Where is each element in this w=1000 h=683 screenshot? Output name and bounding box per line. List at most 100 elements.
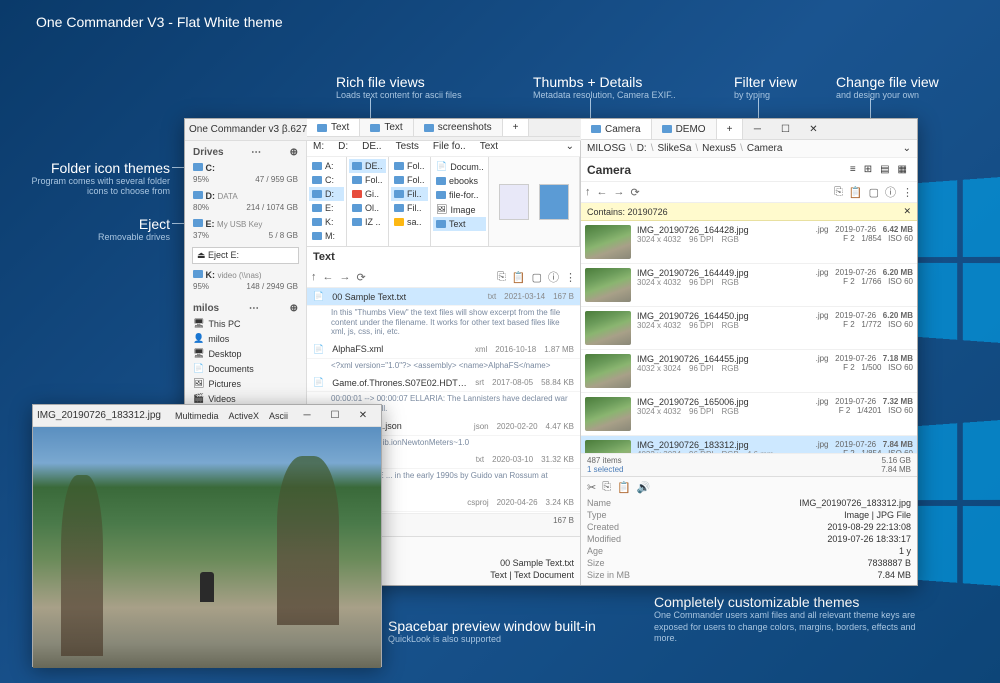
col-folder[interactable]: Fil.. — [391, 187, 428, 201]
up-icon[interactable]: ↑ — [585, 186, 591, 198]
file-row[interactable]: 📄 AlphaFS.xml xml 2016-10-18 1.87 MB — [307, 341, 580, 359]
close-button[interactable]: ✕ — [799, 119, 827, 139]
view-thumbs-icon[interactable]: ⊞ — [860, 162, 876, 177]
col-folder[interactable]: Gi.. — [349, 187, 386, 201]
paste-icon[interactable]: 📋 — [617, 481, 631, 494]
file-row[interactable]: 📄 00 Sample Text.txt txt 2021-03-14 167 … — [307, 288, 580, 306]
nav-user[interactable]: 👤 milos — [189, 331, 302, 346]
tab-text-2[interactable]: Text — [360, 119, 413, 136]
maximize-button[interactable]: ☐ — [771, 119, 799, 139]
path-part[interactable]: M: — [313, 141, 324, 152]
maximize-button[interactable]: ☐ — [321, 406, 349, 426]
forward-icon[interactable]: → — [340, 271, 351, 283]
col-folder[interactable]: Fol.. — [391, 173, 428, 187]
file-row[interactable]: 📄 Game.of.Thrones.S07E02.HDTV.x264-... s… — [307, 374, 580, 392]
col-folder[interactable]: DE.. — [349, 159, 386, 173]
chevron-down-icon[interactable]: ⌄ — [903, 143, 911, 154]
paste-icon[interactable]: 📋 — [849, 186, 863, 199]
col-folder[interactable]: sa.. — [391, 215, 428, 229]
filter-value[interactable]: 20190726 — [628, 207, 668, 217]
tab-add[interactable]: + — [717, 119, 744, 139]
back-icon[interactable]: ← — [323, 271, 334, 283]
back-icon[interactable]: ← — [597, 186, 608, 198]
photo-row[interactable]: IMG_20190726_183312.jpg 4032 x 302496 DP… — [581, 436, 917, 453]
tab-demo[interactable]: DEMO — [652, 119, 717, 139]
bc-part[interactable]: Nexus5 — [702, 143, 736, 154]
nav-this-pc[interactable]: 🖥 This PC — [189, 316, 302, 331]
photo-row[interactable]: IMG_20190726_164455.jpg 4032 x 302496 DP… — [581, 350, 917, 393]
nav-documents[interactable]: 📄 Documents — [189, 361, 302, 376]
copy-icon[interactable]: ⎘ — [834, 186, 843, 199]
bc-part[interactable]: Camera — [747, 143, 783, 154]
user-menu-icon[interactable]: ⋯ — [249, 303, 260, 314]
tab-screenshots[interactable]: screenshots — [414, 119, 503, 136]
bc-part[interactable]: SlikeSa — [657, 143, 691, 154]
forward-icon[interactable]: → — [614, 186, 625, 198]
col-folder[interactable]: Fol.. — [391, 159, 428, 173]
col-drive[interactable]: K: — [309, 215, 344, 229]
preview-titlebar[interactable]: IMG_20190726_183312.jpg Multimedia Activ… — [33, 405, 381, 427]
drive-item[interactable]: D: DATA 80%214 / 1074 GB — [189, 188, 302, 216]
info-icon[interactable]: ⓘ — [548, 269, 559, 285]
chevron-down-icon[interactable]: ⌄ — [566, 141, 574, 152]
col-drive[interactable]: D: — [309, 187, 344, 201]
photo-row[interactable]: IMG_20190726_164449.jpg 3024 x 403296 DP… — [581, 264, 917, 307]
col-drive[interactable]: M: — [309, 229, 344, 243]
drive-item[interactable]: C: 95%47 / 959 GB — [189, 160, 302, 188]
col-folder[interactable]: file-for.. — [433, 188, 486, 202]
info-icon[interactable]: ⓘ — [885, 184, 896, 200]
file-thumb[interactable] — [499, 184, 529, 220]
paste-icon[interactable]: 📋 — [512, 271, 526, 284]
photo-row[interactable]: IMG_20190726_164450.jpg 3024 x 403296 DP… — [581, 307, 917, 350]
new-folder-icon[interactable]: ▢ — [532, 271, 542, 284]
preview-tab-ascii[interactable]: Ascii — [264, 411, 293, 421]
tab-add[interactable]: + — [503, 119, 530, 136]
drives-pin-icon[interactable]: ⊕ — [290, 147, 298, 158]
drive-item[interactable]: K: video (\\nas) 95%148 / 2949 GB — [189, 267, 302, 295]
col-folder[interactable]: 🖼Image — [433, 202, 486, 217]
path-part[interactable]: Text — [480, 141, 498, 152]
copy-icon[interactable]: ⎘ — [497, 271, 506, 284]
col-drive[interactable]: C: — [309, 173, 344, 187]
bc-part[interactable]: D: — [637, 143, 647, 154]
file-thumb[interactable] — [539, 184, 569, 220]
minimize-button[interactable]: ─ — [293, 406, 321, 426]
tab-camera[interactable]: Camera — [581, 119, 652, 139]
path-part[interactable]: File fo.. — [433, 141, 466, 152]
path-part[interactable]: Tests — [396, 141, 419, 152]
close-button[interactable]: ✕ — [349, 406, 377, 426]
tab-text-1[interactable]: Text — [307, 119, 360, 136]
speaker-icon[interactable]: 🔊 — [637, 481, 651, 494]
drive-item[interactable]: E: My USB Key 37%5 / 8 GB — [189, 216, 302, 244]
col-folder[interactable]: Text — [433, 217, 486, 231]
up-icon[interactable]: ↑ — [311, 271, 317, 283]
user-pin-icon[interactable]: ⊕ — [290, 303, 298, 314]
refresh-icon[interactable]: ⟳ — [357, 271, 366, 284]
refresh-icon[interactable]: ⟳ — [631, 186, 640, 199]
more-icon[interactable]: ⋮ — [565, 271, 576, 284]
path-part[interactable]: D: — [338, 141, 348, 152]
col-folder[interactable]: Fol.. — [349, 173, 386, 187]
new-folder-icon[interactable]: ▢ — [869, 186, 879, 199]
more-icon[interactable]: ⋮ — [902, 186, 913, 199]
view-details-icon[interactable]: ▤ — [876, 162, 893, 177]
nav-pictures[interactable]: 🖼 Pictures — [189, 376, 302, 391]
nav-desktop[interactable]: 🖥 Desktop — [189, 346, 302, 361]
cut-icon[interactable]: ✂ — [587, 481, 596, 494]
col-drive[interactable]: A: — [309, 159, 344, 173]
filter-close-icon[interactable]: ✕ — [903, 206, 911, 217]
col-folder[interactable]: Ol.. — [349, 201, 386, 215]
drives-menu-icon[interactable]: ⋯ — [251, 147, 262, 158]
col-drive[interactable]: E: — [309, 201, 344, 215]
preview-tab-multimedia[interactable]: Multimedia — [170, 411, 224, 421]
minimize-button[interactable]: ─ — [743, 119, 771, 139]
copy-icon[interactable]: ⎘ — [602, 481, 611, 494]
photo-row[interactable]: IMG_20190726_165006.jpg 3024 x 403296 DP… — [581, 393, 917, 436]
col-folder[interactable]: IZ .. — [349, 215, 386, 229]
col-folder[interactable]: 📄Docum.. — [433, 159, 486, 174]
eject-button[interactable]: ⏏ Eject E: — [192, 247, 299, 264]
path-part[interactable]: DE.. — [362, 141, 381, 152]
photo-row[interactable]: IMG_20190726_164428.jpg 3024 x 403296 DP… — [581, 221, 917, 264]
col-folder[interactable]: Fil.. — [391, 201, 428, 215]
col-folder[interactable]: ebooks — [433, 174, 486, 188]
